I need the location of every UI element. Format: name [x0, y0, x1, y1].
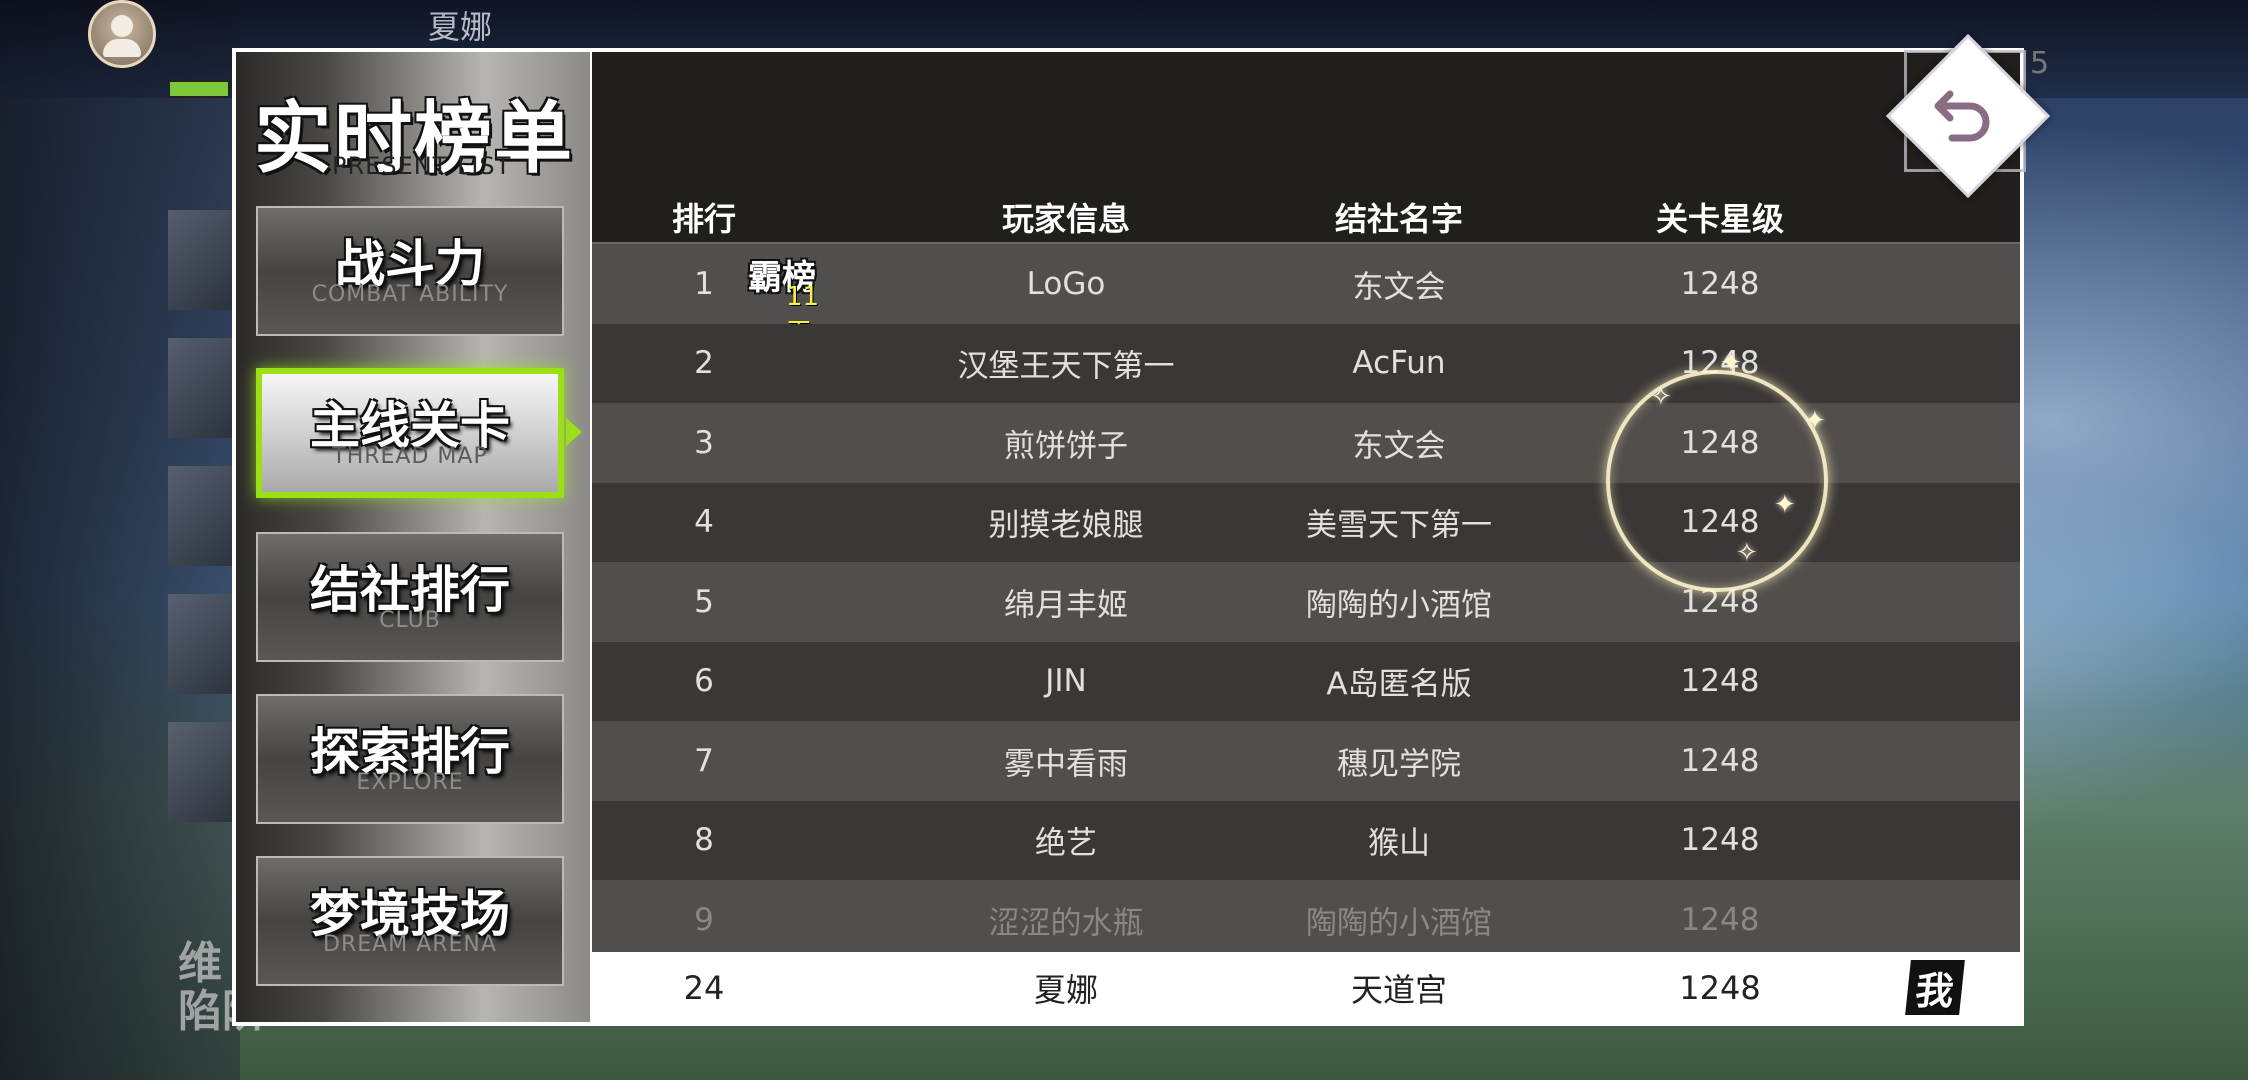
sparkle-star-icon: ✦: [1720, 348, 1742, 378]
cell-club: 穗见学院: [1337, 746, 1461, 783]
my-stars: 1248: [1679, 969, 1761, 1007]
avatar-icon[interactable]: [88, 0, 156, 68]
cell-player: LoGo: [1026, 265, 1106, 302]
cell-stars: 1248: [1680, 742, 1760, 779]
cell-rank: 8: [694, 822, 714, 859]
my-rank-row: 24 夏娜 天道宫 1248 我: [592, 952, 2020, 1024]
cell-club: 东文会: [1352, 428, 1446, 465]
back-arrow-icon: [1934, 90, 1990, 142]
back-button[interactable]: [1880, 28, 2051, 199]
cell-rank: 4: [694, 504, 714, 541]
tab-thread-map[interactable]: 主线关卡 THREAD MAP: [256, 368, 564, 498]
cell-club: A岛匿名版: [1326, 666, 1472, 703]
cell-stars: 1248: [1680, 901, 1760, 938]
table-row[interactable]: 5 绵月丰姬 陶陶的小酒馆 1248: [592, 562, 2020, 642]
sparkle-effect-icon: [1606, 370, 1828, 592]
top-rank-badge: 霸榜11天: [748, 250, 844, 348]
my-club: 天道宫: [1350, 971, 1448, 1009]
cell-rank: 6: [694, 663, 714, 700]
cell-club: 陶陶的小酒馆: [1306, 587, 1492, 624]
table-row[interactable]: 7 雾中看雨 穗见学院 1248: [592, 721, 2020, 801]
tab-label-en: DREAM ARENA: [323, 931, 497, 957]
top-player-name: 夏娜: [428, 8, 493, 46]
cell-stars: 1248: [1680, 265, 1760, 302]
cell-stars: 1248: [1680, 663, 1760, 700]
cell-player: 汉堡王天下第一: [957, 348, 1175, 385]
table-row[interactable]: 1 LoGo 东文会 1248 霸榜11天: [592, 244, 2020, 348]
header-club: 结社名字: [1334, 200, 1464, 238]
status-bar: [168, 80, 230, 98]
table-row[interactable]: 2 汉堡王天下第一 AcFun 1248: [592, 323, 2020, 403]
table-row[interactable]: 6 JIN A岛匿名版 1248: [592, 641, 2020, 721]
cell-club: 猴山: [1368, 825, 1430, 862]
category-sidebar: 实时榜单 PRESENT LIST 战斗力 COMBAT ABILITY 主线关…: [236, 52, 590, 1022]
panel-title-en: PRESENT LIST: [332, 152, 512, 180]
header-stars: 关卡星级: [1655, 200, 1785, 238]
sparkle-star-icon: ✧: [1736, 538, 1758, 568]
table-row[interactable]: 8 绝艺 猴山 1248: [592, 800, 2020, 880]
cell-stars: 1248: [1680, 822, 1760, 859]
tab-label-en: CLUB: [379, 607, 441, 633]
cell-club: 美雪天下第一: [1306, 507, 1492, 544]
cell-player: 雾中看雨: [1004, 746, 1128, 783]
cell-club: 陶陶的小酒馆: [1306, 905, 1492, 942]
tab-club[interactable]: 结社排行 CLUB: [256, 532, 564, 662]
sparkle-star-icon: ✦: [1774, 490, 1796, 520]
tab-dream-arena[interactable]: 梦境技场 DREAM ARENA: [256, 856, 564, 986]
cell-club: AcFun: [1352, 345, 1446, 382]
active-tab-arrow-icon: [566, 418, 582, 446]
cell-player: 别摸老娘腿: [988, 507, 1144, 544]
cell-player: 煎饼饼子: [1004, 428, 1128, 465]
cell-player: 绵月丰姬: [1004, 587, 1128, 624]
me-tag: 我: [1905, 960, 1965, 1015]
table-header: 排行 玩家信息 结社名字 关卡星级: [592, 184, 2020, 244]
cell-rank: 9: [694, 901, 714, 938]
tab-label-en: EXPLORE: [356, 769, 464, 795]
table-row[interactable]: 9 涩涩的水瓶 陶陶的小酒馆 1248: [592, 880, 2020, 960]
cell-player: JIN: [1045, 663, 1087, 700]
cell-player: 绝艺: [1035, 825, 1097, 862]
tab-explore[interactable]: 探索排行 EXPLORE: [256, 694, 564, 824]
cell-rank: 3: [694, 424, 714, 461]
header-player: 玩家信息: [1001, 200, 1131, 238]
tab-combat-ability[interactable]: 战斗力 COMBAT ABILITY: [256, 206, 564, 336]
cell-player: 涩涩的水瓶: [988, 905, 1144, 942]
tab-label-en: COMBAT ABILITY: [311, 281, 509, 307]
header-rank: 排行: [671, 200, 737, 238]
cell-rank: 5: [694, 583, 714, 620]
cell-rank: 1: [694, 265, 714, 302]
my-player-name: 夏娜: [1033, 971, 1099, 1009]
sparkle-star-icon: ✦: [1804, 406, 1826, 436]
leaderboard-panel: 实时榜单 PRESENT LIST 战斗力 COMBAT ABILITY 主线关…: [232, 48, 2024, 1026]
cell-club: 东文会: [1352, 269, 1446, 306]
cell-rank: 2: [694, 345, 714, 382]
tab-label-en: THREAD MAP: [332, 443, 488, 469]
sparkle-star-icon: ✧: [1650, 382, 1672, 412]
cell-rank: 7: [694, 742, 714, 779]
background-side-icons: [168, 210, 232, 850]
my-rank: 24: [683, 969, 725, 1007]
